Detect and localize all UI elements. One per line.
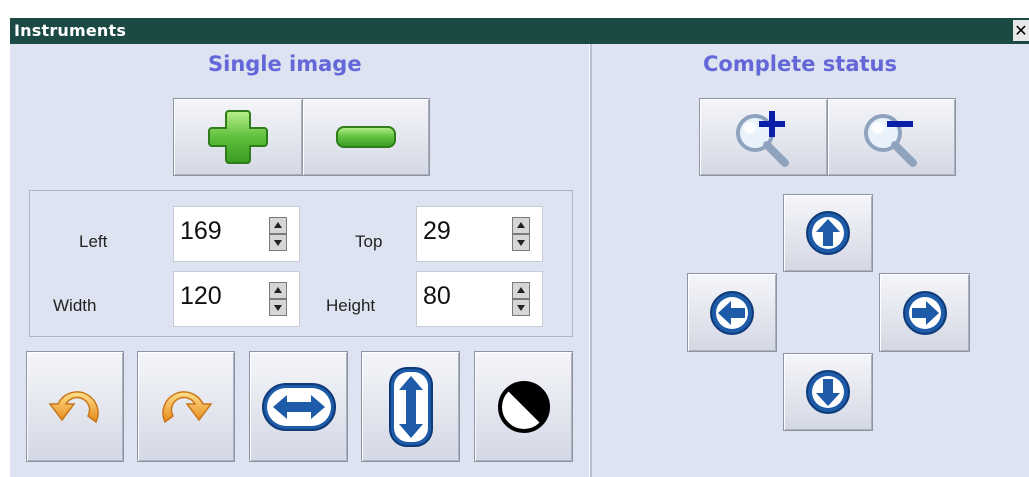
height-spinner — [512, 282, 530, 316]
width-increment-button[interactable] — [269, 282, 287, 299]
green-minus-icon — [336, 126, 396, 148]
zoom-out-button[interactable] — [827, 98, 956, 176]
left-spinner — [269, 217, 287, 251]
left-stepper[interactable]: 169 — [173, 206, 300, 262]
rotate-left-arrow-icon — [48, 390, 99, 423]
top-increment-button[interactable] — [512, 217, 530, 234]
close-button[interactable]: ✕ — [1013, 20, 1029, 41]
horizontal-double-arrow-icon — [261, 382, 336, 431]
window-titlebar: Instruments ✕ — [10, 18, 1029, 44]
width-stepper[interactable]: 120 — [173, 271, 300, 327]
half-black-circle-icon — [497, 380, 550, 433]
top-value[interactable]: 29 — [423, 217, 451, 246]
vertical-double-arrow-icon — [388, 366, 433, 447]
width-value[interactable]: 120 — [180, 282, 222, 311]
height-label: Height — [326, 296, 376, 315]
top-label: Top — [355, 232, 383, 251]
pan-right-button[interactable] — [879, 273, 970, 352]
reduce-image-button[interactable] — [302, 98, 430, 176]
zoom-in-button[interactable] — [699, 98, 828, 176]
top-stepper[interactable]: 29 — [416, 206, 543, 262]
section-divider — [589, 44, 592, 477]
invert-colors-button[interactable] — [474, 351, 573, 462]
arrow-down-circle-icon — [806, 370, 850, 414]
complete-status-title: Complete status — [703, 52, 897, 76]
width-decrement-button[interactable] — [269, 299, 287, 316]
pan-up-button[interactable] — [783, 194, 873, 272]
pan-down-button[interactable] — [783, 353, 873, 431]
left-increment-button[interactable] — [269, 217, 287, 234]
left-value[interactable]: 169 — [180, 217, 222, 246]
magnifier-minus-icon — [863, 114, 917, 167]
arrow-left-circle-icon — [710, 290, 754, 335]
flip-horizontal-button[interactable] — [249, 351, 348, 462]
left-decrement-button[interactable] — [269, 234, 287, 251]
pan-left-button[interactable] — [687, 273, 777, 352]
height-increment-button[interactable] — [512, 282, 530, 299]
flip-vertical-button[interactable] — [361, 351, 460, 462]
rotate-right-button[interactable] — [137, 351, 235, 462]
left-label: Left — [79, 232, 108, 251]
height-value[interactable]: 80 — [423, 282, 451, 311]
rotate-right-arrow-icon — [162, 390, 213, 423]
arrow-right-circle-icon — [902, 290, 947, 335]
arrow-up-circle-icon — [806, 211, 850, 255]
width-label: Width — [53, 296, 97, 315]
top-decrement-button[interactable] — [512, 234, 530, 251]
green-plus-icon — [208, 110, 268, 164]
enlarge-image-button[interactable] — [173, 98, 303, 176]
width-spinner — [269, 282, 287, 316]
magnifier-plus-icon — [735, 111, 789, 167]
top-spinner — [512, 217, 530, 251]
single-image-title: Single image — [208, 52, 362, 76]
height-stepper[interactable]: 80 — [416, 271, 543, 327]
rotate-left-button[interactable] — [26, 351, 124, 462]
height-decrement-button[interactable] — [512, 299, 530, 316]
window-title: Instruments — [14, 21, 127, 40]
